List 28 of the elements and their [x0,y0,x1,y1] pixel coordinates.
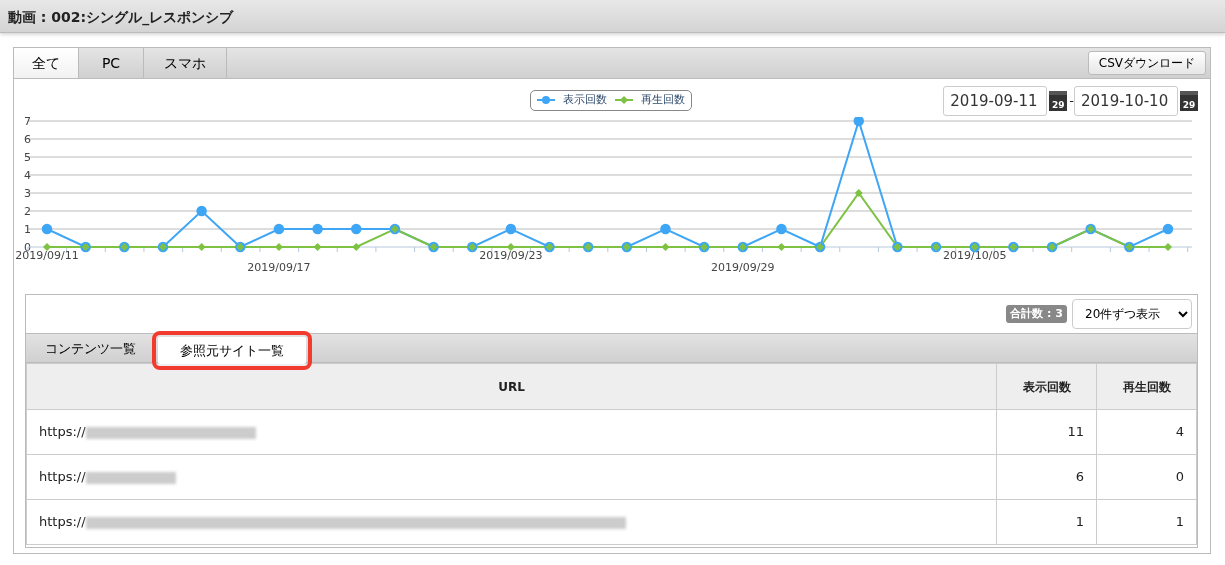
y-axis-label: 5 [24,151,31,164]
table-cell: 11 [996,409,1097,455]
table-cell: 1 [996,499,1097,545]
url-text: https:// [39,514,86,530]
y-axis-label: 7 [24,117,31,128]
table-cell: 6 [996,454,1097,500]
table-cell: 0 [1096,454,1197,500]
column-header: 再生回数 [1096,363,1197,410]
x-axis-label: 2019/09/17 [247,261,311,274]
table-cell: 1 [1096,499,1197,545]
x-axis-label: 2019/09/29 [711,261,775,274]
table-cell: 4 [1096,409,1197,455]
legend-label: 再生回数 [641,92,685,108]
column-header: URL [26,363,997,410]
legend-label: 表示回数 [563,92,607,108]
x-axis-label: 2019/09/23 [479,249,543,262]
date-separator: - [1069,92,1074,111]
y-axis-label: 1 [24,223,31,236]
y-axis-label: 6 [24,133,31,146]
x-axis-label: 2019/10/05 [943,249,1007,262]
url-text: https:// [39,424,86,440]
column-header: 表示回数 [996,363,1097,410]
url-text: https:// [39,469,86,485]
y-axis-label: 4 [24,169,31,182]
y-axis-label: 3 [24,187,31,200]
total-count-badge: 合計数 : 3 [1006,304,1067,324]
y-axis-label: 2 [24,205,31,218]
page-title: 動画 : 002:シングル_レスポンシブ [0,0,1225,33]
